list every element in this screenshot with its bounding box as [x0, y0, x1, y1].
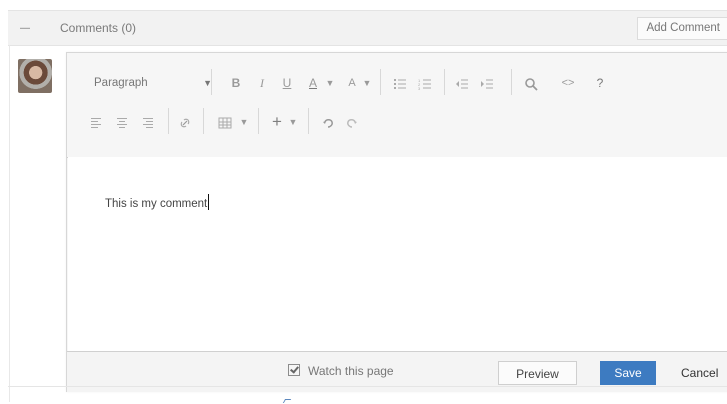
text-caret — [208, 194, 210, 210]
comment-text-area[interactable]: This is my comment — [68, 157, 727, 351]
bold-button[interactable]: B — [225, 70, 247, 94]
watch-page-checkbox[interactable]: Watch this page — [288, 364, 394, 378]
add-comment-button[interactable]: Add Comment — [637, 17, 727, 40]
undo-icon[interactable] — [316, 109, 340, 133]
chevron-down-icon[interactable]: ▼ — [324, 70, 336, 94]
bottom-divider — [8, 386, 727, 387]
cancel-button[interactable]: Cancel — [671, 361, 727, 385]
toolbar-separator — [211, 69, 212, 95]
align-left-icon[interactable] — [85, 109, 109, 133]
toolbar-separator — [444, 69, 445, 95]
comments-panel: – Comments (0) Add Comment Paragraph ▼ B… — [8, 4, 727, 404]
plus-icon[interactable]: + — [266, 109, 288, 133]
table-icon[interactable] — [210, 109, 240, 133]
help-icon[interactable]: ? — [588, 70, 612, 94]
redo-icon[interactable] — [340, 109, 364, 133]
bullet-list-icon[interactable] — [388, 70, 412, 94]
svg-text:3: 3 — [418, 86, 421, 90]
more-format-button[interactable]: A — [341, 70, 363, 94]
save-button[interactable]: Save — [600, 361, 656, 385]
link-icon[interactable] — [173, 109, 197, 133]
comment-editor: Paragraph ▼ B I U A ▼ A ▼ 123 <> ? ▼ + ▼… — [66, 52, 727, 392]
align-right-icon[interactable] — [135, 109, 159, 133]
watch-page-label: Watch this page — [308, 364, 394, 378]
preview-button[interactable]: Preview — [498, 361, 577, 385]
numbered-list-icon[interactable]: 123 — [413, 70, 437, 94]
cursor-mark — [282, 399, 292, 403]
align-center-icon[interactable] — [110, 109, 134, 133]
italic-button[interactable]: I — [251, 70, 273, 94]
text-color-button[interactable]: A — [302, 70, 324, 94]
left-rule — [9, 45, 10, 402]
toolbar-separator — [258, 108, 259, 134]
avatar — [18, 59, 52, 93]
toolbar-separator — [308, 108, 309, 134]
chevron-down-icon[interactable]: ▼ — [361, 70, 373, 94]
toolbar-separator — [203, 108, 204, 134]
comments-header: – Comments (0) Add Comment — [8, 10, 727, 46]
comments-title: Comments (0) — [60, 21, 137, 35]
comment-content: This is my comment — [105, 198, 208, 210]
collapse-icon[interactable]: – — [14, 11, 36, 45]
chevron-down-icon[interactable]: ▼ — [238, 109, 250, 133]
outdent-icon[interactable] — [450, 70, 474, 94]
toolbar-separator — [380, 69, 381, 95]
checkbox-icon — [288, 364, 300, 376]
comment-text: This is my comment — [105, 194, 210, 210]
underline-button[interactable]: U — [276, 70, 298, 94]
editor-toolbar: Paragraph ▼ B I U A ▼ A ▼ 123 <> ? ▼ + ▼ — [67, 53, 727, 158]
toolbar-separator — [511, 69, 512, 95]
indent-icon[interactable] — [475, 70, 499, 94]
source-code-icon[interactable]: <> — [554, 70, 582, 94]
chevron-down-icon[interactable]: ▼ — [287, 109, 299, 133]
toolbar-separator — [168, 108, 169, 134]
paragraph-style-select[interactable]: Paragraph ▼ — [85, 70, 219, 94]
paragraph-style-label: Paragraph — [94, 77, 148, 89]
search-icon[interactable] — [519, 70, 543, 94]
